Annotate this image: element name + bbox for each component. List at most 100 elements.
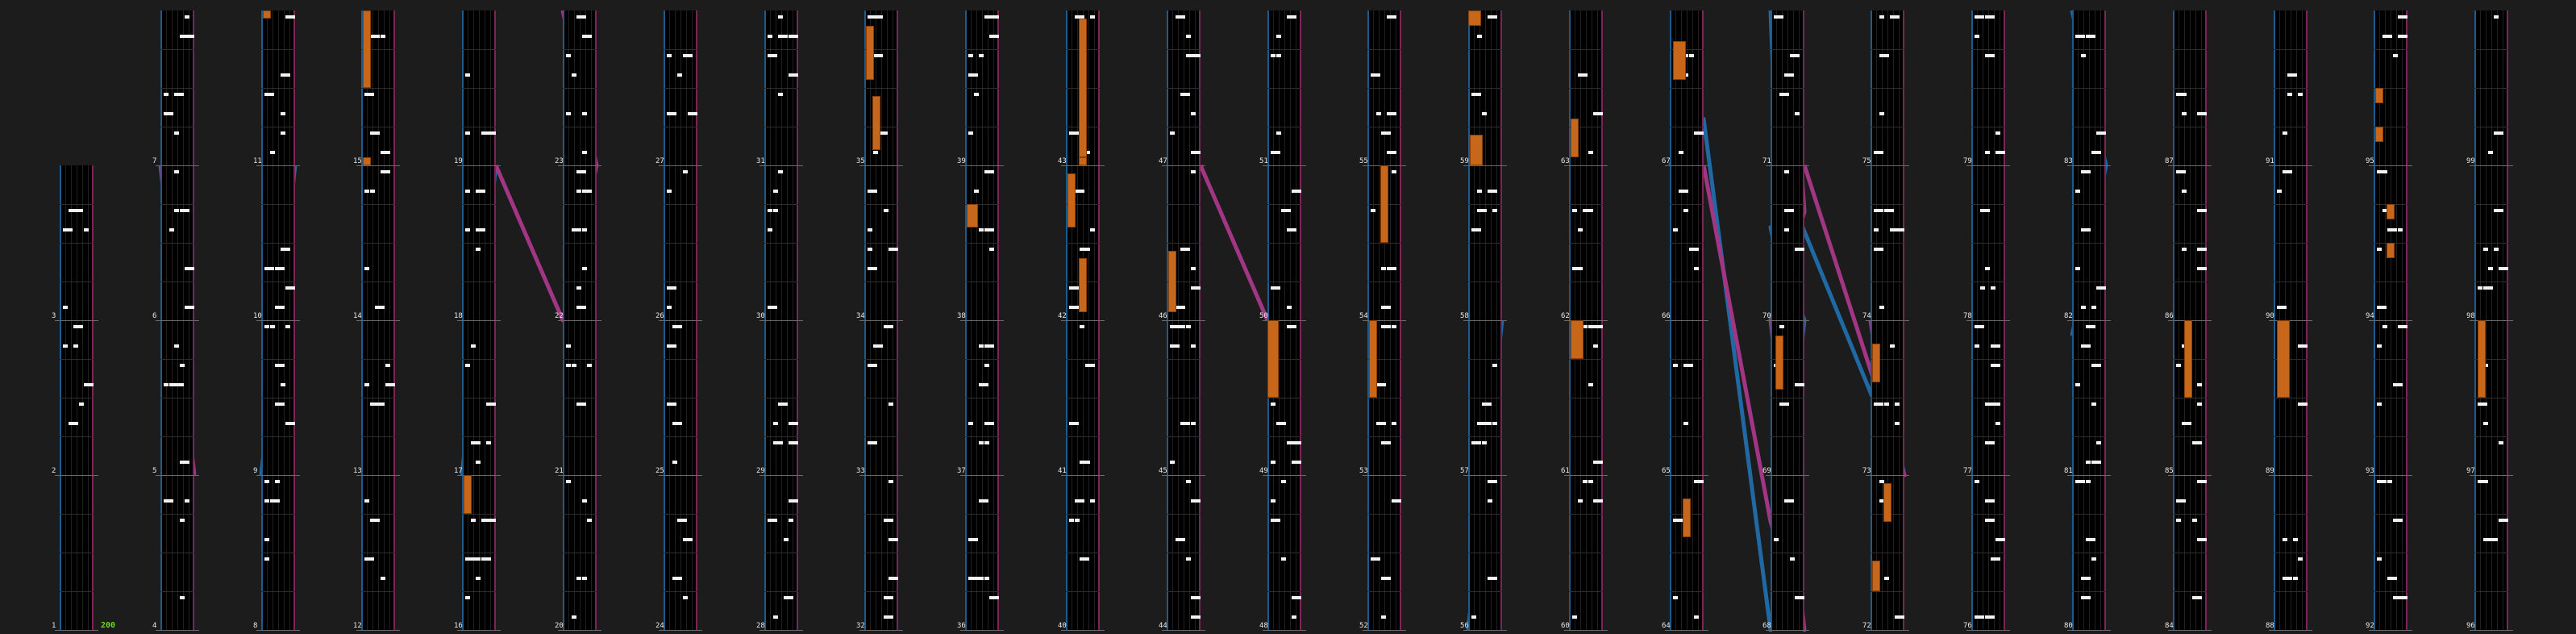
note[interactable] <box>280 131 285 135</box>
note[interactable] <box>285 422 295 425</box>
note[interactable] <box>2091 557 2096 561</box>
note[interactable] <box>63 344 68 348</box>
note[interactable] <box>1673 596 1678 599</box>
note[interactable] <box>1874 403 1883 406</box>
note[interactable] <box>2377 480 2387 483</box>
note[interactable] <box>364 267 369 270</box>
note[interactable] <box>1191 112 1196 115</box>
note[interactable] <box>868 441 877 444</box>
note[interactable] <box>2377 306 2387 309</box>
note[interactable] <box>667 112 676 115</box>
note[interactable] <box>2197 383 2202 386</box>
note[interactable] <box>888 480 893 483</box>
note[interactable] <box>2075 190 2080 193</box>
note[interactable] <box>1694 480 1704 483</box>
note[interactable] <box>1292 190 1301 193</box>
note[interactable] <box>1080 190 1084 193</box>
note[interactable] <box>1895 403 1900 406</box>
note[interactable] <box>1588 480 1593 483</box>
note[interactable] <box>1789 54 1800 57</box>
note[interactable] <box>968 538 978 541</box>
note[interactable] <box>2091 306 2096 309</box>
note[interactable] <box>1985 54 1995 57</box>
note[interactable] <box>2493 248 2499 251</box>
hold-note[interactable] <box>2478 320 2486 398</box>
note[interactable] <box>280 248 290 251</box>
note[interactable] <box>2382 325 2387 328</box>
note[interactable] <box>1191 344 1196 348</box>
note[interactable] <box>1381 441 1391 444</box>
note[interactable] <box>1975 325 1984 328</box>
note[interactable] <box>1593 461 1603 464</box>
note[interactable] <box>1286 441 1292 444</box>
note[interactable] <box>1779 325 1784 328</box>
note[interactable] <box>1482 441 1487 444</box>
note[interactable] <box>1170 461 1175 464</box>
note[interactable] <box>364 93 374 96</box>
note[interactable] <box>581 112 587 115</box>
note[interactable] <box>1381 267 1386 270</box>
note[interactable] <box>1985 519 1995 522</box>
note[interactable] <box>1381 325 1391 328</box>
note[interactable] <box>465 73 470 77</box>
note[interactable] <box>185 209 189 212</box>
note[interactable] <box>179 519 185 522</box>
note[interactable] <box>275 306 285 309</box>
note[interactable] <box>1990 286 1995 290</box>
note[interactable] <box>1286 306 1292 309</box>
note[interactable] <box>1276 35 1281 38</box>
note[interactable] <box>2298 93 2303 96</box>
note[interactable] <box>481 557 491 561</box>
note[interactable] <box>169 228 174 231</box>
note[interactable] <box>2482 538 2493 541</box>
note[interactable] <box>1276 54 1281 57</box>
note[interactable] <box>789 73 798 77</box>
note[interactable] <box>269 151 275 154</box>
note[interactable] <box>470 344 476 348</box>
note[interactable] <box>2091 364 2101 367</box>
hold-note[interactable] <box>1470 134 1483 165</box>
note[interactable] <box>888 538 898 541</box>
note[interactable] <box>1191 615 1201 619</box>
note[interactable] <box>1879 54 1889 57</box>
note[interactable] <box>772 190 778 193</box>
note[interactable] <box>2277 190 2282 193</box>
note[interactable] <box>1779 93 1789 96</box>
note[interactable] <box>1281 557 1286 561</box>
note[interactable] <box>1375 112 1381 115</box>
note[interactable] <box>1688 248 1699 251</box>
note[interactable] <box>2191 441 2202 444</box>
note[interactable] <box>783 596 793 599</box>
note[interactable] <box>2499 267 2508 270</box>
note[interactable] <box>1879 112 1884 115</box>
note[interactable] <box>973 190 979 193</box>
note[interactable] <box>566 112 571 115</box>
note[interactable] <box>1577 73 1583 77</box>
note[interactable] <box>2191 519 2197 522</box>
hold-note[interactable] <box>872 95 880 150</box>
note[interactable] <box>1180 93 1190 96</box>
note[interactable] <box>888 248 898 251</box>
note[interactable] <box>682 596 688 599</box>
note[interactable] <box>1784 228 1789 231</box>
note[interactable] <box>264 557 269 561</box>
note[interactable] <box>264 538 269 541</box>
hold-note[interactable] <box>1883 482 1891 522</box>
note[interactable] <box>1487 15 1497 19</box>
note[interactable] <box>1191 54 1201 57</box>
note[interactable] <box>581 499 587 503</box>
note[interactable] <box>174 344 179 348</box>
note[interactable] <box>984 228 994 231</box>
note[interactable] <box>1476 35 1482 38</box>
note[interactable] <box>1476 190 1482 193</box>
note[interactable] <box>1292 441 1301 444</box>
note[interactable] <box>778 35 788 38</box>
hold-note[interactable] <box>1683 498 1691 537</box>
note[interactable] <box>984 577 989 580</box>
note[interactable] <box>979 228 984 231</box>
note[interactable] <box>1180 422 1190 425</box>
note[interactable] <box>576 403 586 406</box>
note[interactable] <box>1170 131 1175 135</box>
note[interactable] <box>1683 364 1688 367</box>
note[interactable] <box>1191 286 1201 290</box>
